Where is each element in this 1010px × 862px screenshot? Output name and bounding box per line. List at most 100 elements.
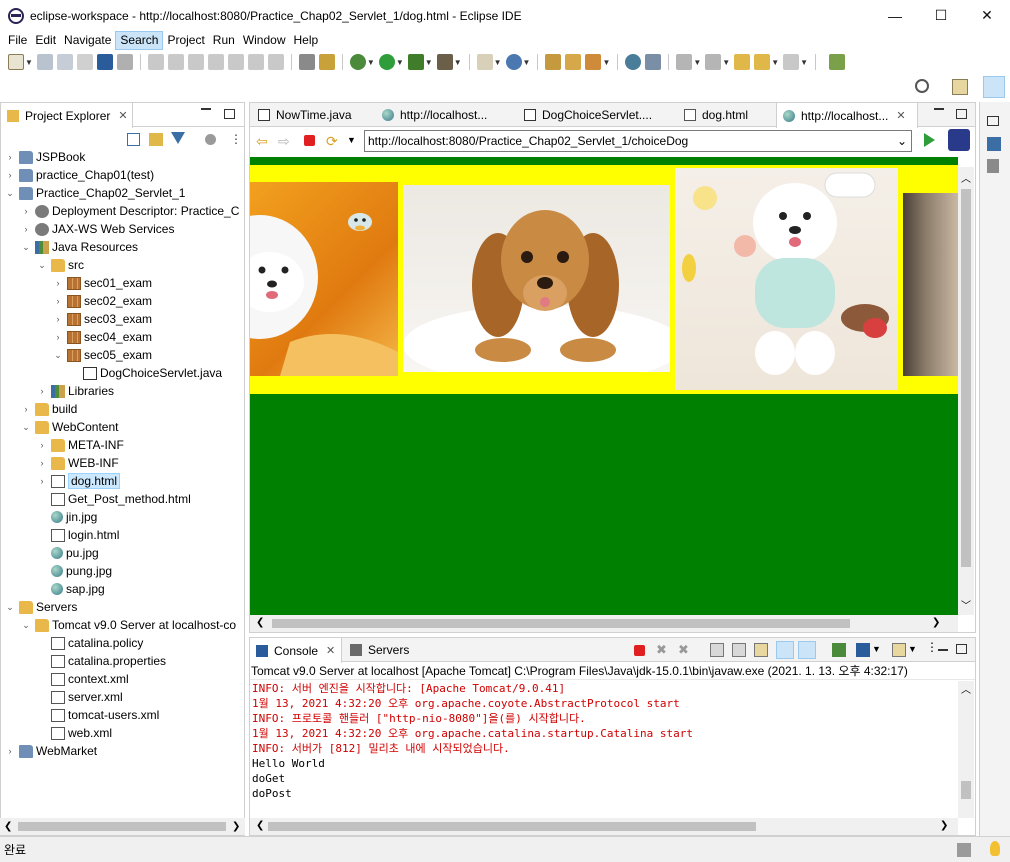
minimize-console-icon[interactable] bbox=[938, 649, 948, 651]
step-into-icon[interactable] bbox=[227, 54, 244, 70]
scroll-lock-icon[interactable] bbox=[732, 643, 746, 657]
close-tab-icon[interactable]: ✕ bbox=[896, 109, 905, 122]
open-perspective-icon[interactable] bbox=[952, 79, 968, 95]
chevron-down-icon[interactable]: ⌄ bbox=[5, 188, 15, 199]
tab-project-explorer[interactable]: Project Explorer ✕ bbox=[1, 103, 133, 128]
maximize-console-icon[interactable] bbox=[956, 644, 967, 654]
save-all-icon[interactable] bbox=[56, 54, 73, 70]
step-over-icon[interactable] bbox=[247, 54, 264, 70]
new-class-icon[interactable] bbox=[505, 54, 522, 70]
console-output[interactable]: INFO: 서버 엔진을 시작합니다: [Apache Tomcat/9.0.4… bbox=[251, 681, 958, 817]
filter-icon[interactable] bbox=[171, 132, 185, 144]
step-return-icon[interactable] bbox=[267, 54, 284, 70]
maximize-button[interactable]: ☐ bbox=[918, 0, 964, 31]
menu-window[interactable]: Window bbox=[239, 31, 290, 50]
back-icon[interactable] bbox=[754, 54, 771, 70]
menu-file[interactable]: File bbox=[4, 31, 31, 50]
tree-item[interactable]: › sec01_exam bbox=[53, 274, 153, 292]
history-dropdown-icon[interactable]: ▼ bbox=[347, 135, 356, 145]
save-icon[interactable] bbox=[36, 54, 53, 70]
chevron-right-icon[interactable]: › bbox=[37, 440, 47, 450]
tree-item[interactable]: Get_Post_method.html bbox=[37, 490, 191, 508]
chevron-right-icon[interactable]: › bbox=[5, 746, 15, 756]
console-hscroll[interactable]: ❮ ❯ bbox=[250, 818, 958, 835]
tree-item[interactable]: catalina.properties bbox=[37, 652, 166, 670]
chevron-right-icon[interactable]: › bbox=[53, 314, 63, 324]
tree-item[interactable]: pu.jpg bbox=[37, 544, 99, 562]
tree-item[interactable]: › sec03_exam bbox=[53, 310, 153, 328]
debug-icon[interactable] bbox=[349, 54, 366, 70]
show-stdout-icon[interactable] bbox=[776, 641, 794, 659]
url-input[interactable]: http://localhost:8080/Practice_Chap02_Se… bbox=[364, 130, 912, 152]
tree-item[interactable]: ⌄ Tomcat v9.0 Server at localhost-co bbox=[21, 616, 236, 634]
web-browser-icon[interactable] bbox=[625, 54, 642, 70]
show-stderr-icon[interactable] bbox=[798, 641, 816, 659]
open-type-icon[interactable] bbox=[545, 54, 562, 70]
tree-item[interactable]: › JSPBook bbox=[5, 148, 86, 166]
prev-annotation-icon[interactable] bbox=[705, 54, 722, 70]
tab-localhost-1[interactable]: http://localhost... bbox=[376, 103, 514, 127]
scroll-left-icon[interactable]: ❮ bbox=[256, 820, 264, 831]
tree-item[interactable]: › build bbox=[21, 400, 78, 418]
run-icon[interactable] bbox=[378, 54, 395, 70]
chevron-right-icon[interactable]: › bbox=[5, 152, 15, 162]
tree-hscroll-thumb[interactable] bbox=[18, 822, 226, 831]
chevron-right-icon[interactable]: › bbox=[37, 386, 47, 396]
tree-item[interactable]: › Deployment Descriptor: Practice_C bbox=[21, 202, 240, 220]
tree-item[interactable]: › WebMarket bbox=[5, 742, 98, 760]
close-tab-icon[interactable]: ✕ bbox=[118, 109, 127, 122]
terminate-icon[interactable] bbox=[634, 645, 645, 656]
tree-item[interactable]: jin.jpg bbox=[37, 508, 97, 526]
working-set-icon[interactable] bbox=[205, 134, 216, 145]
clear-console-icon[interactable] bbox=[710, 643, 724, 657]
open-console-dropdown-icon[interactable]: ▼ bbox=[908, 644, 917, 654]
search-tool-icon[interactable] bbox=[585, 54, 602, 70]
new-server-icon[interactable] bbox=[476, 54, 493, 70]
tree-item[interactable]: ⌄ Java Resources bbox=[21, 238, 138, 256]
java-ee-perspective-icon[interactable] bbox=[983, 76, 1005, 98]
open-task-icon[interactable] bbox=[298, 54, 315, 70]
chevron-right-icon[interactable]: › bbox=[5, 170, 15, 180]
task-list-icon[interactable] bbox=[987, 159, 999, 173]
chevron-right-icon[interactable]: › bbox=[21, 404, 31, 414]
tree-item[interactable]: tomcat-users.xml bbox=[37, 706, 159, 724]
external-browser-icon[interactable] bbox=[948, 129, 970, 151]
tree-item[interactable]: ⌄ Servers bbox=[5, 598, 77, 616]
scroll-up-icon[interactable]: ︿ bbox=[961, 681, 971, 696]
next-annotation-icon[interactable] bbox=[676, 54, 693, 70]
menu-run[interactable]: Run bbox=[209, 31, 239, 50]
chevron-down-icon[interactable]: ⌄ bbox=[53, 350, 63, 361]
tree-item[interactable]: context.xml bbox=[37, 670, 129, 688]
chevron-right-icon[interactable]: › bbox=[53, 332, 63, 342]
progress-icon[interactable] bbox=[957, 843, 971, 857]
page-hscroll[interactable]: ❮ ❯ bbox=[250, 615, 958, 632]
scroll-down-icon[interactable]: ﹀ bbox=[961, 597, 971, 612]
tree-item[interactable]: pung.jpg bbox=[37, 562, 112, 580]
console-vscroll-thumb[interactable] bbox=[961, 781, 971, 799]
tab-servers[interactable]: Servers bbox=[344, 638, 414, 662]
scroll-right-icon[interactable]: ❯ bbox=[932, 617, 940, 628]
last-edit-icon[interactable] bbox=[734, 54, 751, 70]
chevron-down-icon[interactable]: ⌄ bbox=[37, 260, 47, 271]
scroll-up-icon[interactable]: ︿ bbox=[961, 170, 971, 185]
tree-item[interactable]: › WEB-INF bbox=[37, 454, 119, 472]
chevron-right-icon[interactable]: › bbox=[21, 206, 31, 216]
tree-item[interactable]: › sec02_exam bbox=[53, 292, 153, 310]
go-icon[interactable] bbox=[924, 133, 935, 147]
menu-help[interactable]: Help bbox=[290, 31, 323, 50]
close-tab-icon[interactable]: ✕ bbox=[326, 644, 335, 657]
run-server-icon[interactable] bbox=[407, 54, 424, 70]
dog-image-2[interactable] bbox=[403, 185, 670, 372]
chevron-right-icon[interactable]: › bbox=[37, 458, 47, 468]
tree-item[interactable]: ⌄ src bbox=[37, 256, 84, 274]
forward-arrow-icon[interactable]: ⇨ bbox=[278, 133, 290, 150]
page-vscroll[interactable]: ︿ ﹀ bbox=[958, 167, 974, 615]
close-window-button[interactable]: ✕ bbox=[964, 0, 1010, 31]
tree-item[interactable]: ⌄ sec05_exam bbox=[53, 346, 152, 364]
tree-hscroll[interactable]: ❮ ❯ bbox=[0, 818, 245, 835]
tab-dog-html[interactable]: dog.html bbox=[678, 103, 774, 127]
chevron-right-icon[interactable]: › bbox=[37, 476, 47, 486]
maximize-editor-icon[interactable] bbox=[956, 109, 967, 119]
tree-item[interactable]: web.xml bbox=[37, 724, 112, 742]
new-icon[interactable] bbox=[8, 54, 24, 70]
